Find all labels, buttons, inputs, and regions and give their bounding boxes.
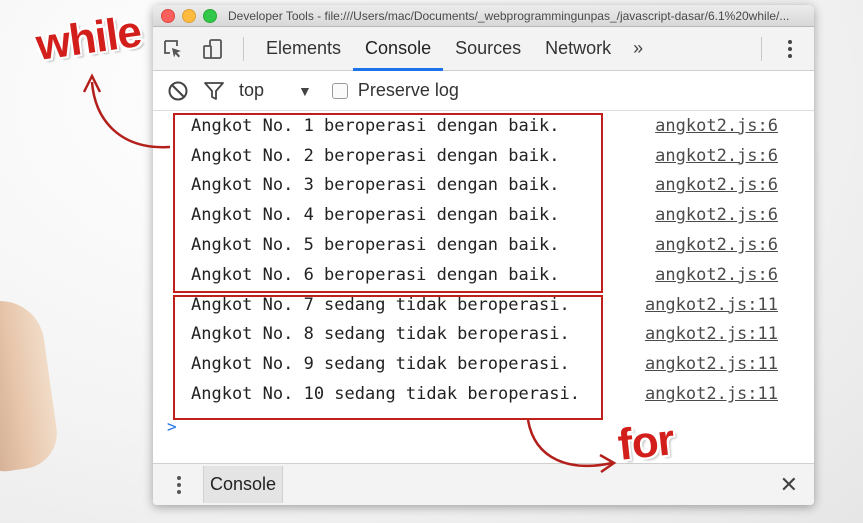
log-message: Angkot No. 4 beroperasi dengan baik. bbox=[191, 205, 560, 226]
title-bar: Developer Tools - file:///Users/mac/Docu… bbox=[153, 5, 814, 27]
toolbar-divider-right bbox=[761, 37, 762, 61]
log-source-link[interactable]: angkot2.js:6 bbox=[655, 175, 778, 195]
console-log-row: Angkot No. 4 beroperasi dengan baik. angk… bbox=[153, 200, 814, 230]
console-log-row: Angkot No. 10 sedang tidak beroperasi. an… bbox=[153, 379, 814, 409]
toolbar-divider bbox=[243, 36, 244, 61]
tab-sources[interactable]: Sources bbox=[443, 27, 533, 71]
tab-elements[interactable]: Elements bbox=[254, 27, 353, 71]
log-source-link[interactable]: angkot2.js:6 bbox=[655, 235, 778, 255]
for-annotation: for bbox=[615, 415, 677, 470]
log-source-link[interactable]: angkot2.js:11 bbox=[645, 354, 778, 374]
clear-console-icon[interactable] bbox=[167, 80, 189, 102]
console-log-row: Angkot No. 2 beroperasi dengan baik. angk… bbox=[153, 141, 814, 171]
log-source-link[interactable]: angkot2.js:11 bbox=[645, 295, 778, 315]
console-prompt[interactable]: > bbox=[167, 417, 177, 436]
filter-icon[interactable] bbox=[203, 80, 225, 102]
log-message: Angkot No. 5 beroperasi dengan baik. bbox=[191, 235, 560, 256]
close-drawer-icon[interactable]: ✕ bbox=[780, 472, 798, 498]
preserve-log-label: Preserve log bbox=[357, 80, 459, 100]
console-log-row: Angkot No. 8 sedang tidak beroperasi. ang… bbox=[153, 320, 814, 350]
panel-tabbar: Elements Console Sources Network » bbox=[153, 27, 814, 71]
preserve-log-checkbox[interactable] bbox=[331, 82, 348, 99]
console-log-row: Angkot No. 7 sedang tidak beroperasi. ang… bbox=[153, 290, 814, 320]
drawer-menu-icon[interactable] bbox=[167, 473, 191, 497]
close-window-button[interactable] bbox=[161, 8, 175, 23]
device-toolbar-icon[interactable] bbox=[193, 27, 233, 71]
log-message: Angkot No. 7 sedang tidak beroperasi. bbox=[191, 294, 570, 315]
inspect-element-icon[interactable] bbox=[153, 27, 193, 71]
log-source-link[interactable]: angkot2.js:6 bbox=[655, 205, 778, 225]
tab-console[interactable]: Console bbox=[353, 27, 444, 71]
more-tabs-button[interactable]: » bbox=[623, 38, 653, 59]
log-message: Angkot No. 8 sedang tidak beroperasi. bbox=[191, 324, 570, 345]
console-drawer: Console ✕ bbox=[153, 463, 814, 505]
log-message: Angkot No. 1 beroperasi dengan baik. bbox=[191, 115, 560, 136]
devtools-menu-icon[interactable] bbox=[778, 37, 802, 61]
console-toolbar: top ▼ Preserve log bbox=[153, 71, 814, 111]
tab-network[interactable]: Network bbox=[533, 27, 623, 71]
context-dropdown-icon[interactable]: ▼ bbox=[298, 83, 312, 99]
log-source-link[interactable]: angkot2.js:6 bbox=[655, 116, 778, 136]
while-annotation: while bbox=[33, 6, 144, 71]
console-log-row: Angkot No. 1 beroperasi dengan baik. angk… bbox=[153, 111, 814, 141]
log-source-link[interactable]: angkot2.js:11 bbox=[645, 384, 778, 404]
console-log-row: Angkot No. 9 sedang tidak beroperasi. ang… bbox=[153, 349, 814, 379]
log-message: Angkot No. 9 sedang tidak beroperasi. bbox=[191, 354, 570, 375]
drawer-tab-console[interactable]: Console bbox=[203, 466, 284, 503]
minimize-window-button[interactable] bbox=[182, 8, 196, 23]
console-log-row: Angkot No. 3 beroperasi dengan baik. angk… bbox=[153, 171, 814, 201]
hand-overlay bbox=[0, 295, 62, 475]
window-title: Developer Tools - file:///Users/mac/Docu… bbox=[228, 8, 790, 23]
log-message: Angkot No. 6 beroperasi dengan baik. bbox=[191, 264, 560, 285]
console-log-row: Angkot No. 6 beroperasi dengan baik. angk… bbox=[153, 260, 814, 290]
log-message: Angkot No. 2 beroperasi dengan baik. bbox=[191, 145, 560, 166]
devtools-window: Developer Tools - file:///Users/mac/Docu… bbox=[153, 5, 814, 505]
log-message: Angkot No. 3 beroperasi dengan baik. bbox=[191, 175, 560, 196]
log-source-link[interactable]: angkot2.js:6 bbox=[655, 146, 778, 166]
console-output: Angkot No. 1 beroperasi dengan baik. angk… bbox=[153, 111, 814, 462]
console-log-row: Angkot No. 5 beroperasi dengan baik. angk… bbox=[153, 230, 814, 260]
log-source-link[interactable]: angkot2.js:11 bbox=[645, 324, 778, 344]
log-source-link[interactable]: angkot2.js:6 bbox=[655, 265, 778, 285]
context-selector[interactable]: top bbox=[239, 80, 264, 101]
log-message: Angkot No. 10 sedang tidak beroperasi. bbox=[191, 384, 580, 405]
zoom-window-button[interactable] bbox=[203, 8, 217, 23]
